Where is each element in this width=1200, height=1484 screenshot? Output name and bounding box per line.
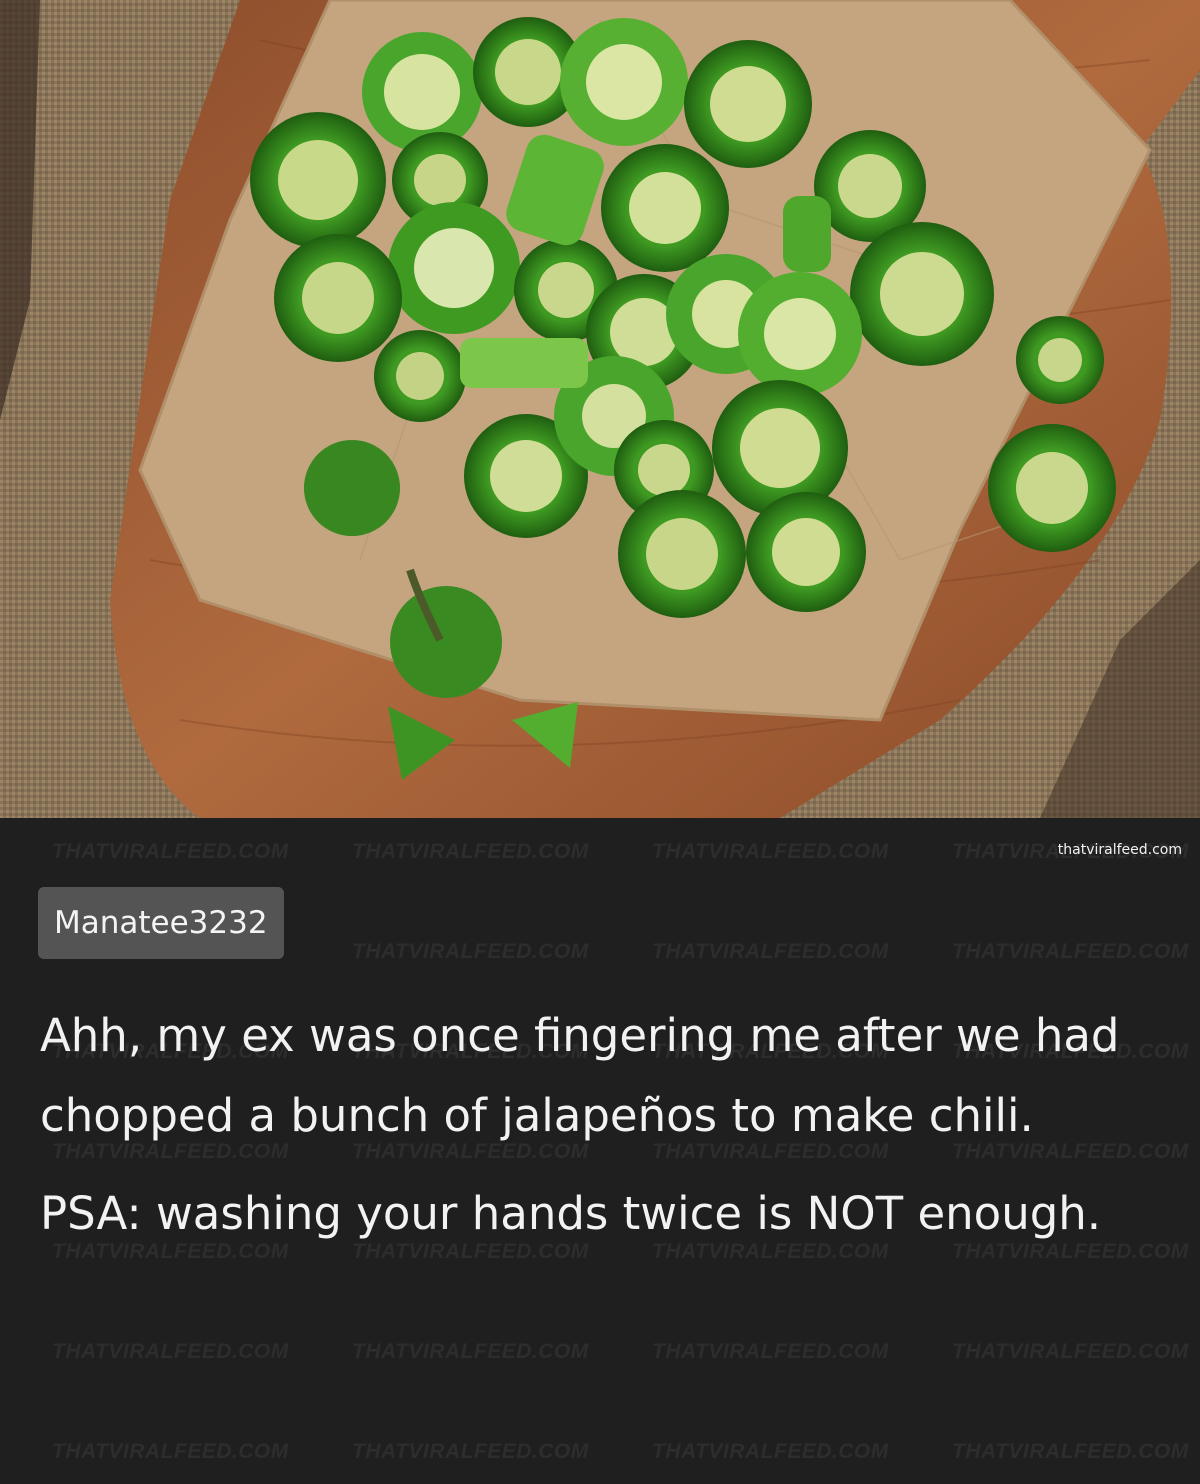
username-badge: Manatee3232 bbox=[38, 887, 284, 959]
watermark: THATVIRALFEED.COM bbox=[952, 1340, 1189, 1363]
post-body: Ahh, my ex was once fingering me after w… bbox=[40, 996, 1160, 1254]
watermark: THATVIRALFEED.COM bbox=[352, 940, 589, 963]
caption-panel: THATVIRALFEED.COM THATVIRALFEED.COM THAT… bbox=[0, 818, 1200, 1484]
site-credit: thatviralfeed.com bbox=[1057, 842, 1182, 858]
watermark: THATVIRALFEED.COM bbox=[652, 1440, 889, 1463]
watermark: THATVIRALFEED.COM bbox=[652, 940, 889, 963]
watermark: THATVIRALFEED.COM bbox=[652, 1340, 889, 1363]
watermark: THATVIRALFEED.COM bbox=[52, 1440, 289, 1463]
watermark: THATVIRALFEED.COM bbox=[952, 940, 1189, 963]
watermark: THATVIRALFEED.COM bbox=[352, 1440, 589, 1463]
watermark: THATVIRALFEED.COM bbox=[52, 1340, 289, 1363]
jalapeno-photo bbox=[0, 0, 1200, 818]
post-paragraph: Ahh, my ex was once fingering me after w… bbox=[40, 1009, 1120, 1142]
watermark: THATVIRALFEED.COM bbox=[52, 840, 289, 863]
post-paragraph: PSA: washing your hands twice is NOT eno… bbox=[40, 1187, 1102, 1240]
watermark: THATVIRALFEED.COM bbox=[352, 840, 589, 863]
watermark: THATVIRALFEED.COM bbox=[952, 1440, 1189, 1463]
watermark: THATVIRALFEED.COM bbox=[352, 1340, 589, 1363]
watermark: THATVIRALFEED.COM bbox=[652, 840, 889, 863]
